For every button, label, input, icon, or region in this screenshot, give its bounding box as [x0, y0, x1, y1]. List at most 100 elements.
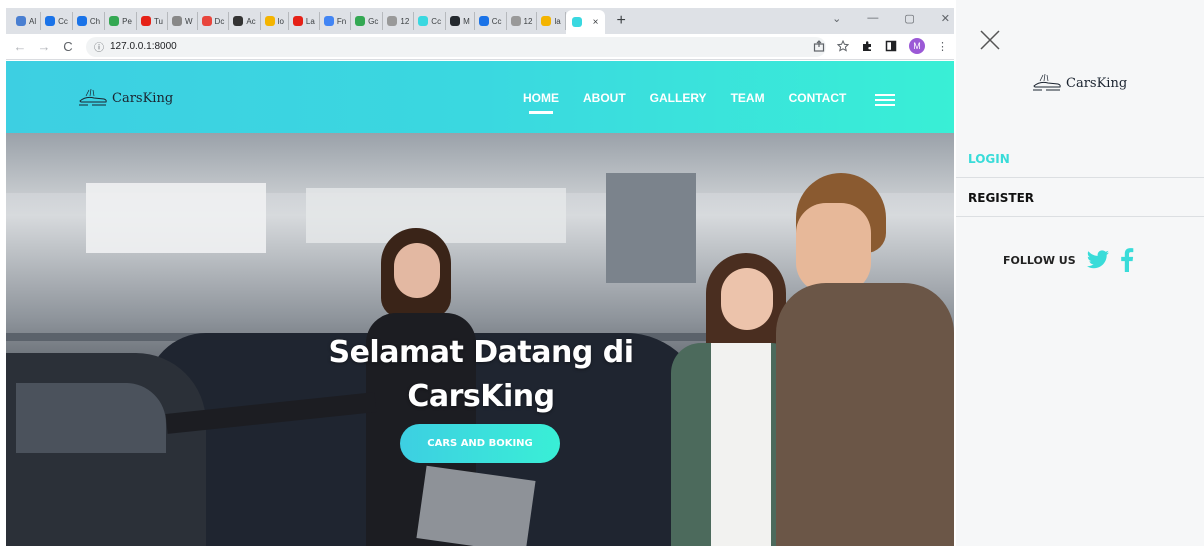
nav-contact[interactable]: CONTACT [789, 91, 847, 105]
panel-logo[interactable]: CarsKing [1032, 74, 1127, 92]
share-icon[interactable] [813, 40, 825, 52]
browser-tab[interactable]: Fn [320, 12, 352, 30]
close-tab-icon[interactable]: × [593, 17, 599, 28]
extensions-icon[interactable] [861, 40, 873, 52]
forward-button[interactable]: → [34, 39, 54, 54]
tab-favicon-icon [264, 16, 275, 26]
login-link[interactable]: LOGIN [956, 140, 1204, 178]
browser-tab[interactable]: Ch [73, 12, 106, 30]
tab-label: 12 [400, 16, 410, 26]
browser-tab[interactable]: Ac [229, 12, 261, 30]
tab-label: Ac [246, 16, 256, 26]
facebook-icon[interactable] [1120, 248, 1134, 272]
back-button[interactable]: ← [10, 39, 30, 54]
site-favicon-icon [571, 17, 582, 27]
tab-label: Fn [336, 16, 347, 26]
tab-label: Cc [491, 16, 502, 26]
browser-tab[interactable]: Gc [351, 12, 384, 30]
browser-tab[interactable]: 12 [383, 12, 415, 30]
tab-label: Dc [214, 16, 225, 26]
browser-tab[interactable]: Al [12, 12, 42, 30]
panel-logo-text: CarsKing [1066, 75, 1128, 91]
restore-button[interactable]: ▢ [904, 12, 914, 25]
tab-label: W [184, 16, 193, 26]
tab-label: Ch [89, 16, 101, 26]
car-logo-icon [1033, 74, 1061, 91]
close-icon[interactable] [978, 28, 1002, 52]
hero-title-line2: CarsKing [407, 379, 555, 414]
site-info-icon[interactable]: ⓘ [94, 39, 104, 54]
tab-favicon-icon [292, 16, 303, 26]
hero-title-line1: Selamat Datang di [328, 335, 634, 370]
tab-label: La [305, 16, 315, 26]
tab-search-icon[interactable]: ⌄ [832, 12, 841, 25]
browser-tab-bar: Al Cc Ch Pe Tu W Dc Ac lo La Fn Gc 12 Cc M Cc 12 la × + ⌄… [6, 8, 954, 34]
tab-favicon-icon [323, 16, 334, 26]
new-tab-button[interactable]: + [617, 12, 626, 30]
nav-gallery[interactable]: GALLERY [650, 91, 707, 105]
tab-favicon-icon [541, 16, 552, 26]
browser-tab[interactable]: la [537, 12, 566, 30]
site-logo[interactable]: CarsKing [78, 89, 173, 107]
profile-avatar[interactable]: M [909, 38, 925, 54]
close-window-button[interactable]: ✕ [941, 12, 950, 25]
main-nav: HOME ABOUT GALLERY TEAM CONTACT [523, 91, 847, 114]
tab-favicon-icon [201, 16, 212, 26]
reload-button[interactable]: C [58, 39, 78, 54]
nav-about[interactable]: ABOUT [583, 91, 626, 105]
url-field[interactable]: ⓘ 127.0.0.1:8000 [86, 36, 826, 57]
follow-us-section: FOLLOW US [1003, 248, 1134, 272]
tab-label: Cc [431, 16, 442, 26]
browser-tab[interactable]: Pe [105, 12, 137, 30]
logo-text: CarsKing [112, 90, 174, 106]
menu-hamburger-icon[interactable] [875, 94, 895, 109]
tab-favicon-icon [171, 16, 182, 26]
tab-strip: Al Cc Ch Pe Tu W Dc Ac lo La Fn Gc 12 Cc M Cc 12 la [12, 12, 566, 30]
tab-label: Pe [122, 16, 132, 26]
browser-tab[interactable]: lo [261, 12, 289, 30]
hero-title: Selamat Datang di CarsKing [256, 331, 706, 419]
browser-tab[interactable]: Dc [198, 12, 230, 30]
browser-tab[interactable]: Tu [137, 12, 168, 30]
follow-us-label: FOLLOW US [1003, 253, 1076, 267]
register-link[interactable]: REGISTER [956, 179, 1204, 217]
twitter-icon[interactable] [1086, 250, 1110, 270]
browser-tab[interactable]: Cc [414, 12, 447, 30]
url-text: 127.0.0.1:8000 [110, 41, 177, 52]
car-logo-icon [79, 89, 107, 106]
cars-and-booking-button[interactable]: CARS AND BOKING [400, 424, 560, 463]
minimize-button[interactable]: — [867, 12, 878, 25]
nav-home[interactable]: HOME [523, 91, 559, 114]
browser-tab[interactable]: 12 [507, 12, 538, 30]
tab-favicon-icon [418, 16, 429, 26]
tab-favicon-icon [109, 16, 120, 26]
tab-label: Tu [153, 16, 163, 26]
tab-label: M [463, 16, 470, 26]
browser-tab[interactable]: M [446, 12, 475, 30]
browser-menu-icon[interactable]: ⋮ [937, 40, 948, 53]
tab-favicon-icon [478, 16, 489, 26]
tab-favicon-icon [510, 16, 521, 26]
browser-tab[interactable]: Cc [41, 12, 73, 30]
tab-favicon-icon [140, 16, 151, 26]
tab-label: 12 [523, 16, 533, 26]
site-header: CarsKing HOME ABOUT GALLERY TEAM CONTACT [6, 61, 954, 133]
tab-label: Cc [58, 16, 68, 26]
tab-label: Gc [368, 16, 379, 26]
bookmark-star-icon[interactable] [837, 40, 849, 52]
tab-favicon-icon [45, 16, 56, 26]
side-panel-icon[interactable] [885, 40, 897, 52]
address-bar-row: ← → C ⓘ 127.0.0.1:8000 M ⋮ [6, 34, 954, 60]
tab-label: la [554, 16, 561, 26]
nav-team[interactable]: TEAM [731, 91, 765, 105]
browser-tab[interactable]: La [289, 12, 320, 30]
side-menu-panel: CarsKing LOGIN REGISTER FOLLOW US [956, 0, 1204, 546]
tab-label: Al [29, 16, 37, 26]
browser-tab[interactable]: W [168, 12, 198, 30]
tab-favicon-icon [233, 16, 244, 26]
tab-favicon-icon [16, 16, 26, 26]
browser-tab[interactable]: Cc [475, 12, 507, 30]
tab-favicon-icon [76, 16, 87, 26]
tab-label: lo [277, 16, 284, 26]
active-tab[interactable]: × [565, 10, 605, 34]
